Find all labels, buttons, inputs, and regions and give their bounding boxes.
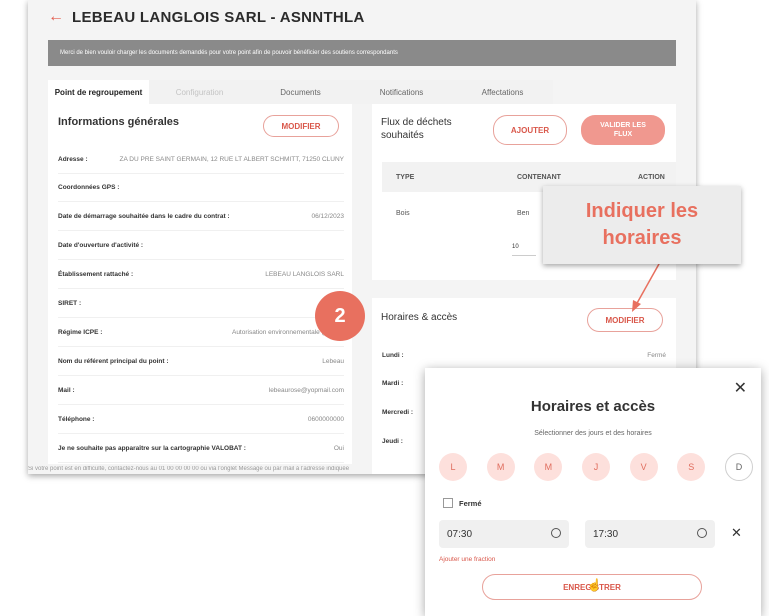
- info-label: Coordonnées GPS :: [58, 184, 120, 191]
- remove-fraction-icon[interactable]: ✕: [731, 525, 742, 541]
- clock-icon: [551, 528, 561, 538]
- info-label: Je ne souhaite pas apparaître sur la car…: [58, 445, 246, 452]
- info-value: 06/12/2023: [311, 213, 344, 220]
- info-value: Oui: [333, 445, 344, 452]
- info-label: Date de démarrage souhaitée dans le cadr…: [58, 213, 230, 220]
- info-row-mail: Mail : lebeaurose@yopmail.com: [58, 377, 344, 405]
- add-fraction-link[interactable]: Ajouter une fraction: [439, 556, 495, 563]
- info-label: SIRET :: [58, 300, 82, 307]
- tab-documents[interactable]: Documents: [250, 80, 351, 104]
- day-selector: L M M J V S D: [439, 453, 753, 481]
- info-row-phone: Téléphone : 0600000000: [58, 406, 344, 434]
- page-title: LEBEAU LANGLOIS SARL - ASNNTHLA: [72, 9, 365, 26]
- add-flux-button[interactable]: AJOUTER: [493, 115, 567, 145]
- column-header-action: ACTION: [638, 173, 665, 181]
- arrow-left-icon[interactable]: ←: [48, 8, 64, 26]
- info-row-address: Adresse : ZA DU PRE SAINT GERMAIN, 12 RU…: [58, 146, 344, 174]
- info-label: Téléphone :: [58, 416, 95, 423]
- info-row-icpe: Régime ICPE : Autorisation environnement…: [58, 319, 344, 347]
- step-badge: 2: [315, 291, 365, 341]
- horaires-day-row: Lundi : Fermé: [382, 352, 666, 359]
- validate-flux-line2: FLUX: [613, 131, 633, 138]
- stage: ← LEBEAU LANGLOIS SARL - ASNNTHLA Merci …: [0, 0, 769, 616]
- day-toggle-lundi[interactable]: L: [439, 453, 467, 481]
- info-value: ZA DU PRE SAINT GERMAIN, 12 RUE LT ALBER…: [119, 156, 344, 163]
- info-row-start-date: Date de démarrage souhaitée dans le cadr…: [58, 203, 344, 231]
- callout-line2: horaires: [602, 227, 682, 249]
- modify-general-info-button[interactable]: MODIFIER: [263, 115, 339, 137]
- tab-affectations[interactable]: Affectations: [452, 80, 553, 104]
- tab-configuration[interactable]: Configuration: [149, 80, 250, 104]
- info-row-siret: SIRET : 444902: [58, 290, 344, 318]
- info-value: 0600000000: [307, 416, 344, 423]
- close-icon[interactable]: ✕: [734, 378, 747, 398]
- horaires-title: Horaires & accès: [381, 312, 458, 323]
- closed-label: Fermé: [459, 498, 482, 508]
- horaires-modal: ✕ Horaires et accès Sélectionner des jou…: [425, 368, 761, 616]
- closed-checkbox-row[interactable]: Fermé: [443, 498, 482, 508]
- info-value: Lebeau: [322, 358, 344, 365]
- info-label: Date d'ouverture d'activité :: [58, 242, 144, 249]
- flux-title: Flux de déchets souhaités: [381, 116, 452, 142]
- day-label: Mercredi :: [382, 409, 414, 416]
- info-label: Nom du référent principal du point :: [58, 358, 169, 365]
- general-info-card: Informations générales MODIFIER Adresse …: [48, 104, 352, 464]
- day-label: Lundi :: [382, 352, 404, 359]
- annotation-callout: Indiquer les horaires: [543, 186, 741, 264]
- day-toggle-mercredi[interactable]: M: [534, 453, 563, 481]
- day-toggle-samedi[interactable]: S: [677, 453, 706, 481]
- notice-banner: Merci de bien vouloir charger les docume…: [48, 40, 676, 66]
- callout-line1: Indiquer les: [585, 200, 699, 222]
- flux-cell-container: Ben: [517, 210, 530, 217]
- general-info-title: Informations générales: [58, 116, 180, 128]
- day-label: Mardi :: [382, 380, 404, 387]
- page-size-select[interactable]: 10: [512, 244, 536, 256]
- day-toggle-jeudi[interactable]: J: [581, 453, 610, 481]
- info-label: Régime ICPE :: [58, 329, 103, 336]
- day-toggle-vendredi[interactable]: V: [629, 453, 658, 481]
- flux-cell-type: Bois: [396, 210, 410, 217]
- flux-title-line1: Flux de déchets: [381, 117, 452, 128]
- validate-flux-line1: VALIDER LES: [600, 122, 646, 129]
- info-row-gps: Coordonnées GPS :: [58, 174, 344, 202]
- info-label: Adresse :: [58, 156, 88, 163]
- tab-point-de-regroupement[interactable]: Point de regroupement: [48, 80, 149, 104]
- hand-cursor-icon: ☝: [587, 578, 602, 592]
- info-label: Mail :: [58, 387, 75, 394]
- modal-title: Horaires et accès: [530, 398, 656, 415]
- info-value: LEBEAU LANGLOIS SARL: [265, 271, 344, 278]
- start-time-input[interactable]: 07:30: [439, 520, 569, 548]
- validate-flux-label: VALIDER LES FLUX: [600, 121, 646, 139]
- end-time-value: 17:30: [593, 528, 619, 540]
- closed-checkbox[interactable]: [443, 498, 453, 508]
- info-value: lebeaurose@yopmail.com: [268, 387, 344, 394]
- column-header-type: TYPE: [396, 173, 415, 181]
- day-toggle-dimanche[interactable]: D: [724, 453, 753, 481]
- modal-subtitle: Sélectionner des jours et des horaires: [534, 430, 652, 437]
- tab-bar: Point de regroupement Configuration Docu…: [48, 80, 676, 104]
- info-row-referent: Nom du référent principal du point : Leb…: [58, 348, 344, 376]
- start-time-value: 07:30: [447, 528, 473, 540]
- clock-icon: [697, 528, 707, 538]
- day-value: Fermé: [647, 352, 666, 359]
- info-row-map-optout: Je ne souhaite pas apparaître sur la car…: [58, 435, 344, 463]
- day-toggle-mardi[interactable]: M: [486, 453, 515, 481]
- modify-horaires-button[interactable]: MODIFIER: [587, 308, 663, 332]
- validate-flux-button[interactable]: VALIDER LES FLUX: [581, 115, 665, 145]
- end-time-input[interactable]: 17:30: [585, 520, 715, 548]
- info-label: Établissement rattaché :: [58, 271, 134, 278]
- info-row-opening-date: Date d'ouverture d'activité :: [58, 232, 344, 260]
- column-header-container: CONTENANT: [517, 173, 561, 181]
- flux-title-line2: souhaités: [381, 130, 424, 141]
- tab-notifications[interactable]: Notifications: [351, 80, 452, 104]
- info-row-establishment: Établissement rattaché : LEBEAU LANGLOIS…: [58, 261, 344, 289]
- day-label: Jeudi :: [382, 438, 403, 445]
